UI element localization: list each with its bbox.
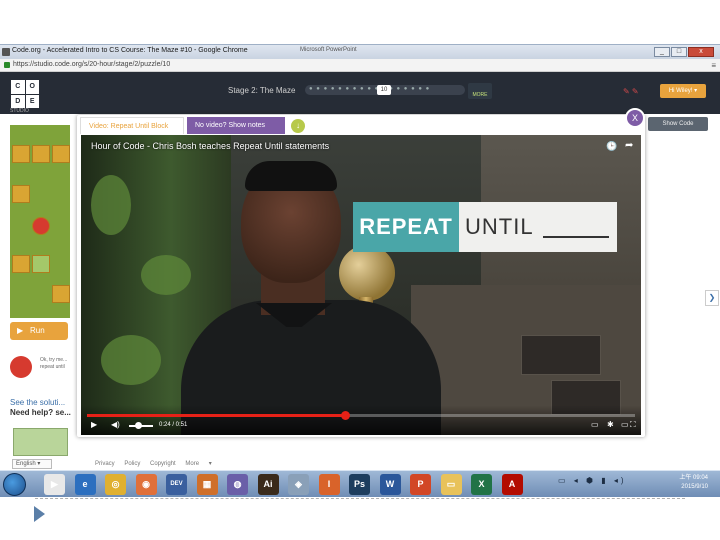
app-icon bbox=[2, 48, 10, 56]
run-button[interactable]: Run bbox=[10, 322, 68, 340]
clock-date: 2015/9/10 bbox=[681, 484, 708, 490]
taskbar-excel-icon[interactable]: X bbox=[471, 474, 492, 495]
taskbar-acrobat-icon[interactable]: A bbox=[501, 474, 523, 495]
maze-tile bbox=[52, 145, 70, 163]
window-title: Code.org - Accelerated Intro to CS Cours… bbox=[12, 47, 248, 54]
window-title-bar: Code.org - Accelerated Intro to CS Cours… bbox=[0, 44, 720, 59]
see-solution-link[interactable]: See the soluti... bbox=[10, 398, 65, 407]
logo-letter: D bbox=[11, 94, 25, 108]
maze-tile bbox=[52, 285, 70, 303]
logo-letter: C bbox=[11, 80, 25, 94]
trophy-ball bbox=[339, 245, 395, 301]
time-display: 0:24 / 0:51 bbox=[159, 422, 188, 428]
youtube-icon[interactable]: ▭ bbox=[621, 420, 629, 429]
taskbar-powerpoint-icon[interactable]: P bbox=[410, 474, 431, 495]
user-menu-button[interactable]: Hi Wiley! ▾ bbox=[660, 84, 706, 98]
settings-icon[interactable]: ✱ bbox=[607, 420, 614, 429]
close-dialog-button[interactable]: X bbox=[625, 108, 645, 128]
windows-taskbar: ▶ e ◎ ◉ DEV ▦ ◍ Ai ◈ I Ps W P ▭ X A ▭ ◂ ⬢ ▮ ◂) 上午 09:04… bbox=[0, 470, 720, 497]
video-controls-bar bbox=[81, 405, 641, 435]
chrome-menu-icon[interactable]: ≡ bbox=[711, 61, 716, 70]
slide-bullet-arrow-icon bbox=[34, 506, 45, 522]
taskbar-explorer-icon[interactable]: ▭ bbox=[440, 474, 462, 495]
header-tools-icon[interactable]: ✎ ✎ bbox=[623, 87, 639, 96]
volume-handle[interactable] bbox=[135, 422, 142, 429]
video-player[interactable]: REPEAT UNTIL Hour of Code - Chris Bosh t… bbox=[81, 135, 641, 435]
tab-show-notes[interactable]: No video? Show notes bbox=[187, 117, 285, 134]
scrubber-handle[interactable] bbox=[340, 411, 350, 420]
taskbar-orb-icon[interactable]: ◍ bbox=[227, 474, 248, 495]
blank-underline bbox=[543, 236, 609, 238]
scroll-right-icon[interactable]: ❯ bbox=[705, 290, 719, 306]
captions-icon[interactable]: ▭ bbox=[591, 420, 599, 429]
video-title[interactable]: Hour of Code - Chris Bosh teaches Repeat… bbox=[91, 141, 329, 151]
maze-tile bbox=[12, 145, 30, 163]
instructions-text: Ok, try me... repeat until bbox=[40, 357, 68, 370]
need-help-text[interactable]: Need help? se... bbox=[10, 408, 71, 417]
maze-tile bbox=[12, 255, 30, 273]
show-code-button[interactable]: Show Code bbox=[648, 117, 708, 131]
maximize-button[interactable]: □ bbox=[671, 47, 687, 57]
taskbar-app-i-icon[interactable]: I bbox=[318, 474, 340, 495]
background-window-title: Microsoft PowerPoint bbox=[300, 47, 357, 53]
taskbar-photoshop-icon[interactable]: Ps bbox=[349, 474, 370, 495]
taskbar-apps-icon[interactable]: ▦ bbox=[196, 474, 218, 495]
watch-later-icon[interactable]: 🕒 bbox=[606, 141, 617, 152]
taskbar-clock[interactable]: 上午 09:04 2015/9/10 bbox=[666, 474, 708, 492]
shelf-box bbox=[521, 335, 601, 375]
repeat-until-title-card: REPEAT UNTIL bbox=[353, 202, 617, 252]
volume-icon[interactable]: ◀) bbox=[111, 420, 120, 429]
logo-letter: E bbox=[25, 94, 39, 108]
clock-time: 上午 09:04 bbox=[679, 475, 708, 481]
url-text[interactable]: https://studio.code.org/s/20-hour/stage/… bbox=[13, 61, 170, 68]
video-dialog: Video: Repeat Until Block No video? Show… bbox=[77, 108, 645, 437]
start-button-icon[interactable] bbox=[3, 473, 26, 496]
slide-divider bbox=[35, 498, 685, 499]
share-icon[interactable]: ➦ bbox=[625, 140, 633, 151]
taskbar-dev-icon[interactable]: DEV bbox=[166, 474, 187, 495]
code-org-logo[interactable]: C O D E bbox=[11, 80, 39, 108]
bird-avatar-icon bbox=[10, 356, 32, 378]
address-bar[interactable]: https://studio.code.org/s/20-hour/stage/… bbox=[0, 59, 720, 72]
maze-tile bbox=[12, 185, 30, 203]
taskbar-illustrator-icon[interactable]: Ai bbox=[257, 474, 279, 495]
logo-letter: O bbox=[25, 80, 39, 94]
close-window-button[interactable]: x bbox=[688, 47, 714, 57]
angry-bird-icon bbox=[32, 217, 50, 235]
puzzle-progress-bar[interactable]: ● ● ● ● ● ● ● ● ● ● ● ● ● ● ● ● ● 10 bbox=[305, 85, 465, 95]
fullscreen-icon[interactable]: ⛶ bbox=[630, 420, 636, 430]
repeat-word: REPEAT bbox=[353, 202, 459, 252]
language-select[interactable]: English ▾ bbox=[12, 459, 52, 469]
video-scrubber[interactable] bbox=[87, 411, 635, 420]
leaf-shape bbox=[91, 175, 131, 235]
play-icon[interactable]: ▶ bbox=[91, 420, 97, 429]
maze-tile bbox=[32, 145, 50, 163]
taskbar-shapes-icon[interactable]: ◈ bbox=[288, 474, 309, 495]
minimize-button[interactable]: _ bbox=[654, 47, 670, 57]
until-word: UNTIL bbox=[465, 214, 534, 239]
scrubber-played bbox=[87, 414, 345, 417]
tab-video[interactable]: Video: Repeat Until Block bbox=[80, 117, 184, 134]
taskbar-firefox-icon[interactable]: ◉ bbox=[135, 474, 157, 495]
system-tray-icons[interactable]: ▭ ◂ ⬢ ▮ ◂) bbox=[558, 476, 627, 485]
site-header: C O D E STUDIO Stage 2: The Maze ● ● ● ●… bbox=[0, 72, 720, 114]
progress-dots[interactable]: ● ● ● ● ● ● ● ● ● ● ● ● ● ● ● ● ● bbox=[309, 86, 430, 92]
leaf-shape bbox=[141, 255, 191, 295]
taskbar-internet-explorer-icon[interactable]: e bbox=[74, 474, 96, 495]
more-button[interactable]: MORE bbox=[468, 83, 492, 99]
logo-subtitle: STUDIO bbox=[10, 108, 29, 114]
presenter-hair bbox=[245, 161, 337, 191]
stage-title: Stage 2: The Maze bbox=[228, 86, 296, 95]
current-puzzle-indicator[interactable]: 10 bbox=[377, 85, 391, 95]
lock-icon bbox=[4, 62, 10, 68]
help-video-thumbnail[interactable] bbox=[13, 428, 68, 456]
taskbar-word-icon[interactable]: W bbox=[379, 474, 401, 495]
footer-links[interactable]: Privacy Policy Copyright More ▾ bbox=[95, 460, 212, 467]
taskbar-media-player-icon[interactable]: ▶ bbox=[44, 474, 65, 495]
leaf-shape bbox=[101, 335, 161, 385]
taskbar-chrome-icon[interactable]: ◎ bbox=[105, 474, 126, 495]
pig-icon bbox=[32, 255, 50, 273]
download-icon[interactable]: ↓ bbox=[291, 119, 305, 133]
maze-board bbox=[10, 125, 70, 318]
